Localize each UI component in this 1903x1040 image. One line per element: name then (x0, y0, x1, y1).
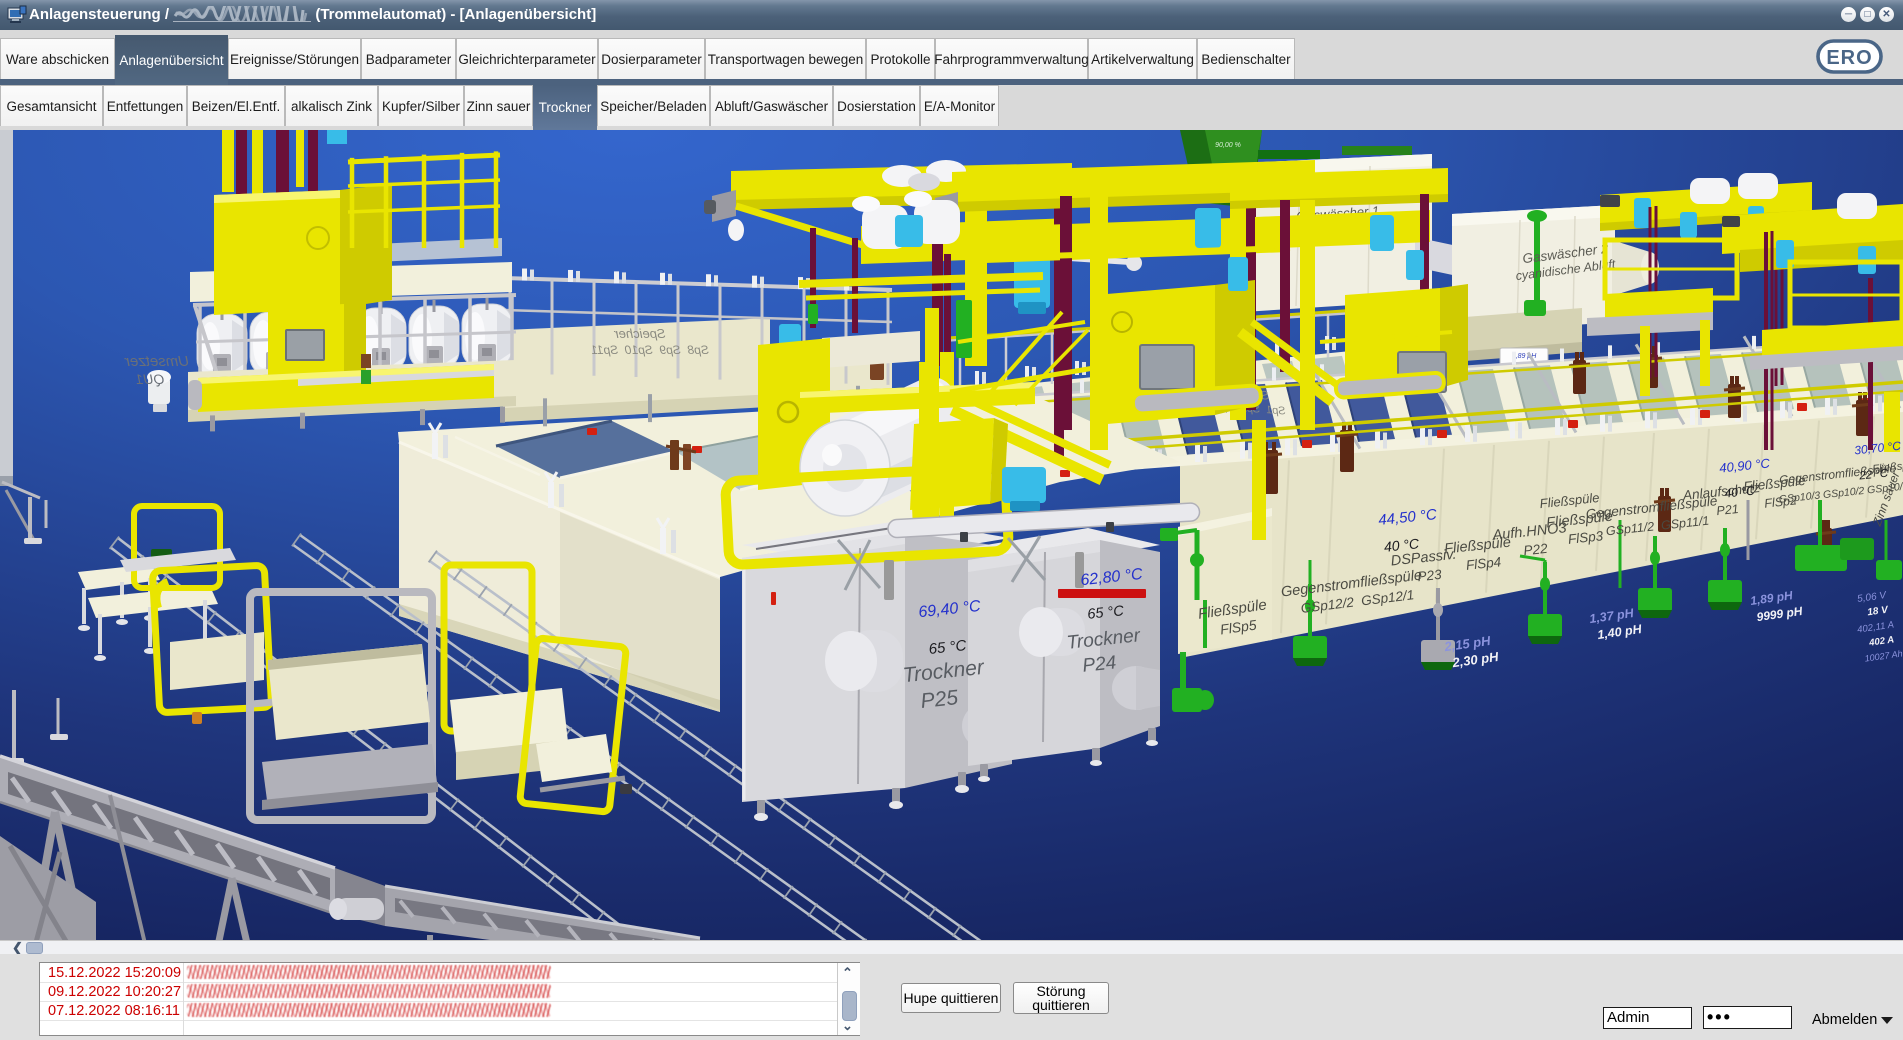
svg-text:90,00 %: 90,00 % (1215, 142, 1241, 149)
svg-text:Speicher: Speicher (614, 326, 666, 341)
svg-text:Umsetzer: Umsetzer (124, 353, 189, 370)
svg-text:ERO: ERO (1826, 47, 1872, 69)
svg-text:P22: P22 (1523, 541, 1549, 558)
svg-text:P25: P25 (920, 686, 960, 713)
svg-text:P24: P24 (1082, 652, 1118, 676)
svg-text:P23: P23 (1417, 567, 1443, 584)
svg-text:QU1: QU1 (136, 371, 165, 387)
svg-text:Sp8 Sp9 Sp10 Sp11: Sp8 Sp9 Sp10 Sp11 (591, 343, 709, 357)
svg-text:P21: P21 (1716, 502, 1740, 518)
